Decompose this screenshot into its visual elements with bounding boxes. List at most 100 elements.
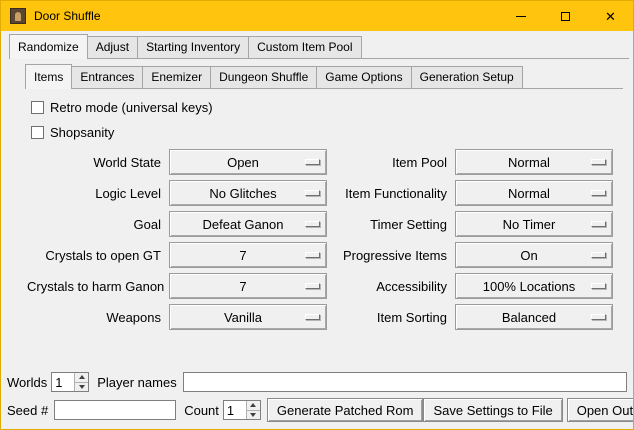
dropdown-value: 7 — [239, 248, 256, 263]
dropdown-indicator-icon — [591, 221, 606, 227]
logic-level-dropdown[interactable]: No Glitches — [169, 180, 327, 206]
dropdown-indicator-icon — [305, 221, 320, 227]
titlebar: Door Shuffle ✕ — [1, 1, 633, 31]
arrow-up-icon — [79, 375, 85, 379]
tab-items[interactable]: Items — [25, 64, 72, 89]
tab-entrances[interactable]: Entrances — [71, 66, 143, 88]
worlds-label: Worlds — [7, 375, 47, 390]
item-sorting-label: Item Sorting — [335, 310, 447, 325]
spin-down-button[interactable] — [247, 410, 260, 420]
generate-row: Seed # Count Generate Patched Rom Save S… — [7, 398, 627, 422]
goal-dropdown[interactable]: Defeat Ganon — [169, 211, 327, 237]
dropdown-indicator-icon — [305, 252, 320, 258]
progressive-items-label: Progressive Items — [335, 248, 447, 263]
dropdown-value: Balanced — [502, 310, 566, 325]
dropdown-value: Normal — [508, 155, 560, 170]
item-sorting-dropdown[interactable]: Balanced — [455, 304, 613, 330]
player-names-input[interactable] — [183, 372, 627, 392]
spin-up-button[interactable] — [247, 401, 260, 410]
world-state-dropdown[interactable]: Open — [169, 149, 327, 175]
save-settings-button[interactable]: Save Settings to File — [423, 398, 562, 422]
window-title: Door Shuffle — [34, 9, 101, 23]
tab-generation-setup[interactable]: Generation Setup — [411, 66, 523, 88]
multiworld-row: Worlds Player names — [7, 372, 627, 392]
shopsanity-label: Shopsanity — [50, 125, 114, 140]
dropdown-value: 7 — [239, 279, 256, 294]
dropdown-indicator-icon — [591, 314, 606, 320]
count-spinbox-input[interactable] — [224, 401, 246, 419]
spinner-arrows — [74, 373, 88, 391]
count-label: Count — [184, 403, 219, 418]
dropdown-indicator-icon — [591, 283, 606, 289]
checkbox-icon[interactable] — [31, 126, 44, 139]
generate-patched-rom-button[interactable]: Generate Patched Rom — [267, 398, 424, 422]
door-shuffle-window: Door Shuffle ✕ Randomize Adjust Starting… — [0, 0, 634, 430]
main-tabstrip: Randomize Adjust Starting Inventory Cust… — [9, 34, 629, 59]
checkbox-group: Retro mode (universal keys) Shopsanity — [31, 99, 633, 140]
options-form: World State Open Item Pool Normal Logic … — [27, 149, 623, 330]
player-names-label: Player names — [97, 375, 176, 390]
bottom-bar: Worlds Player names Seed # — [7, 372, 627, 422]
dropdown-indicator-icon — [305, 190, 320, 196]
dropdown-value: Open — [227, 155, 269, 170]
maximize-button[interactable] — [543, 1, 588, 31]
minimize-button[interactable] — [498, 1, 543, 31]
accessibility-label: Accessibility — [335, 279, 447, 294]
world-state-label: World State — [27, 155, 161, 170]
worlds-spinbox[interactable] — [51, 372, 89, 392]
item-pool-dropdown[interactable]: Normal — [455, 149, 613, 175]
open-output-directory-button[interactable]: Open Output Directory — [567, 398, 634, 422]
spin-up-button[interactable] — [75, 373, 88, 382]
dropdown-value: Vanilla — [224, 310, 272, 325]
close-button[interactable]: ✕ — [588, 1, 633, 31]
checkbox-icon[interactable] — [31, 101, 44, 114]
item-functionality-dropdown[interactable]: Normal — [455, 180, 613, 206]
maximize-icon — [561, 12, 570, 21]
tab-adjust[interactable]: Adjust — [87, 36, 138, 58]
tab-dungeon-shuffle[interactable]: Dungeon Shuffle — [210, 66, 317, 88]
dropdown-indicator-icon — [591, 190, 606, 196]
arrow-down-icon — [250, 413, 256, 417]
minimize-icon — [516, 16, 526, 17]
weapons-dropdown[interactable]: Vanilla — [169, 304, 327, 330]
progressive-items-dropdown[interactable]: On — [455, 242, 613, 268]
timer-setting-dropdown[interactable]: No Timer — [455, 211, 613, 237]
dropdown-value: Defeat Ganon — [203, 217, 294, 232]
retro-mode-checkbox[interactable]: Retro mode (universal keys) — [31, 99, 633, 115]
dropdown-value: No Glitches — [209, 186, 286, 201]
app-icon — [10, 8, 26, 24]
count-spinbox[interactable] — [223, 400, 261, 420]
caption-buttons: ✕ — [498, 1, 633, 31]
crystals-harm-ganon-dropdown[interactable]: 7 — [169, 273, 327, 299]
randomize-tabstrip: Items Entrances Enemizer Dungeon Shuffle… — [25, 64, 623, 89]
crystals-harm-ganon-label: Crystals to harm Ganon — [27, 279, 161, 294]
dropdown-value: 100% Locations — [483, 279, 586, 294]
spinner-arrows — [246, 401, 260, 419]
dropdown-indicator-icon — [305, 314, 320, 320]
seed-label: Seed # — [7, 403, 48, 418]
retro-mode-label: Retro mode (universal keys) — [50, 100, 213, 115]
tab-custom-item-pool[interactable]: Custom Item Pool — [248, 36, 361, 58]
shopsanity-checkbox[interactable]: Shopsanity — [31, 124, 633, 140]
dropdown-indicator-icon — [305, 159, 320, 165]
dropdown-indicator-icon — [591, 252, 606, 258]
accessibility-dropdown[interactable]: 100% Locations — [455, 273, 613, 299]
spin-down-button[interactable] — [75, 382, 88, 392]
crystals-open-gt-label: Crystals to open GT — [27, 248, 161, 263]
weapons-label: Weapons — [27, 310, 161, 325]
worlds-spinbox-input[interactable] — [52, 373, 74, 391]
window-content: Randomize Adjust Starting Inventory Cust… — [1, 31, 633, 429]
tab-starting-inventory[interactable]: Starting Inventory — [137, 36, 249, 58]
tab-game-options[interactable]: Game Options — [316, 66, 411, 88]
seed-input[interactable] — [54, 400, 176, 420]
dropdown-value: On — [520, 248, 547, 263]
close-icon: ✕ — [605, 10, 616, 23]
tab-randomize[interactable]: Randomize — [9, 34, 88, 59]
dropdown-indicator-icon — [305, 283, 320, 289]
arrow-down-icon — [79, 385, 85, 389]
logic-level-label: Logic Level — [27, 186, 161, 201]
item-pool-label: Item Pool — [335, 155, 447, 170]
dropdown-value: Normal — [508, 186, 560, 201]
tab-enemizer[interactable]: Enemizer — [142, 66, 211, 88]
crystals-open-gt-dropdown[interactable]: 7 — [169, 242, 327, 268]
